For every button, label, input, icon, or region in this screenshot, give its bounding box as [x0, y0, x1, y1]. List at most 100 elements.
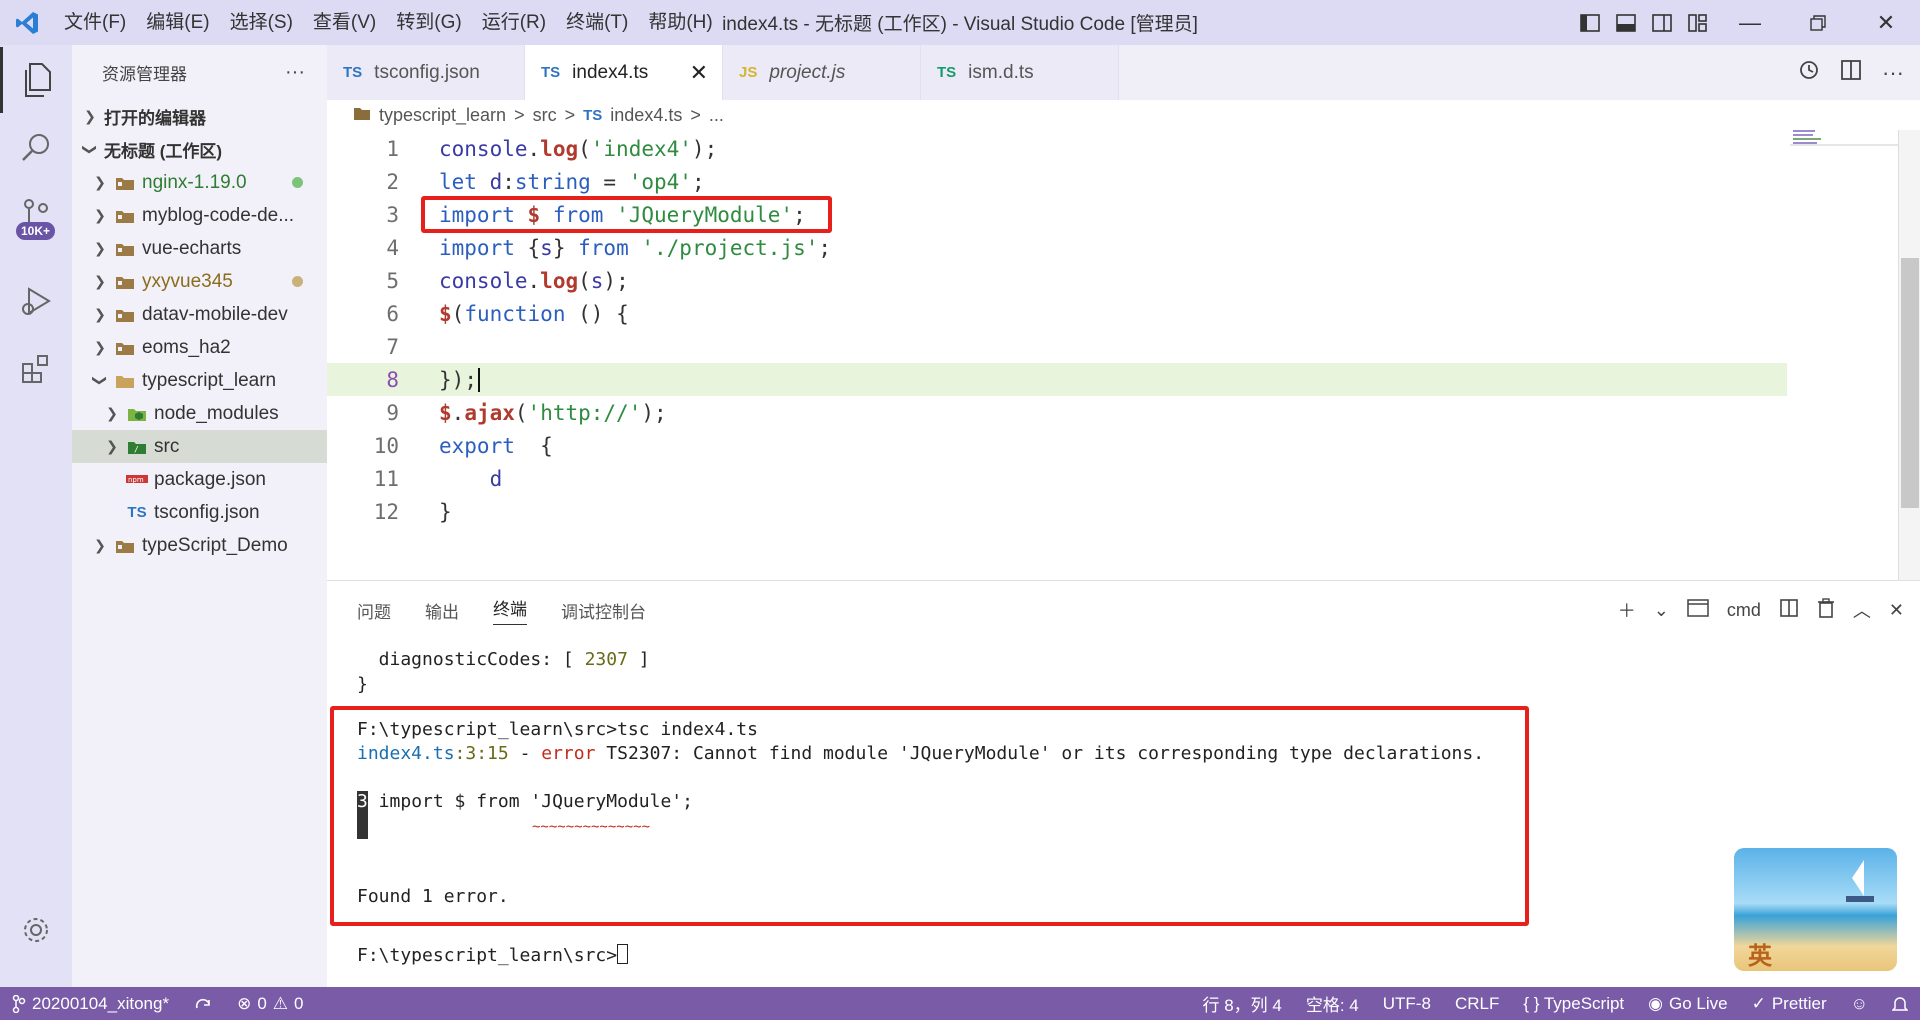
run-debug-icon[interactable]	[0, 268, 72, 334]
highlight-box	[330, 706, 1529, 926]
folder-vue-echarts[interactable]: ❯ vue-echarts	[72, 232, 327, 265]
close-tab-icon[interactable]: ✕	[690, 60, 708, 86]
tab-tsconfig[interactable]: TS tsconfig.json	[327, 45, 525, 100]
encoding[interactable]: UTF-8	[1371, 987, 1443, 1020]
more-actions-icon[interactable]: ···	[285, 61, 305, 84]
folder-eoms[interactable]: ❯ eoms_ha2	[72, 331, 327, 364]
tab-project[interactable]: JS project.js	[723, 45, 921, 100]
split-editor-icon[interactable]	[1840, 59, 1862, 87]
code-line[interactable]: 9 $.ajax('http://');	[327, 396, 1787, 429]
git-status-dot	[292, 177, 303, 188]
cursor-position[interactable]: 行 8，列 4	[1191, 987, 1294, 1020]
menu-help[interactable]: 帮助(H)	[638, 0, 722, 45]
chevron-down-icon: ❯	[82, 143, 99, 156]
toggle-sidebar-icon[interactable]	[1572, 0, 1608, 45]
branch-status[interactable]: 20200104_xitong*	[0, 987, 181, 1020]
file-tsconfig-json[interactable]: TS tsconfig.json	[72, 496, 327, 529]
npm-icon: npm	[126, 471, 148, 489]
breadcrumb-item[interactable]: typescript_learn	[379, 105, 506, 126]
code-line[interactable]: 11 d	[327, 462, 1787, 495]
code-line[interactable]: 7	[327, 330, 1787, 363]
tab-terminal[interactable]: 终端	[493, 595, 527, 625]
search-icon[interactable]	[0, 115, 72, 181]
new-terminal-icon[interactable]: ＋	[1618, 597, 1636, 623]
kill-terminal-trash-icon[interactable]	[1817, 597, 1835, 623]
folder-nginx[interactable]: ❯ nginx-1.19.0	[72, 166, 327, 199]
code-line[interactable]: 8});	[327, 363, 1787, 396]
code-line[interactable]: 2 let d:string = 'op4';	[327, 165, 1787, 198]
terminal-shell-label[interactable]: cmd	[1727, 600, 1761, 621]
menu-run[interactable]: 运行(R)	[472, 0, 556, 45]
menu-selection[interactable]: 选择(S)	[220, 0, 303, 45]
terminal-line: }	[357, 674, 368, 695]
tab-debug-console[interactable]: 调试控制台	[561, 598, 646, 623]
breadcrumb-item[interactable]: src	[533, 105, 557, 126]
folder-yxyvue345[interactable]: ❯ yxyvue345	[72, 265, 327, 298]
code-text: import {s} from './project.js';	[439, 235, 832, 260]
breadcrumb-separator: >	[690, 104, 701, 125]
tree-item-label: node_modules	[154, 402, 279, 424]
folder-datav[interactable]: ❯ datav-mobile-dev	[72, 298, 327, 331]
ime-status-widget[interactable]: 英	[1734, 848, 1897, 971]
menu-edit[interactable]: 编辑(E)	[136, 0, 219, 45]
timeline-history-icon[interactable]	[1798, 59, 1820, 87]
code-line[interactable]: 10 export {	[327, 429, 1787, 462]
line-number: 8	[386, 367, 399, 392]
tab-ism[interactable]: TS ism.d.ts	[921, 45, 1119, 100]
toggle-panel-icon[interactable]	[1608, 0, 1644, 45]
customize-layout-icon[interactable]	[1680, 0, 1716, 45]
explorer-icon[interactable]	[0, 47, 72, 113]
more-actions-icon[interactable]: ···	[1882, 60, 1904, 86]
folder-typescript-demo[interactable]: ❯ typeScript_Demo	[72, 529, 327, 562]
code-line[interactable]: 4 import {s} from './project.js';	[327, 231, 1787, 264]
language-mode[interactable]: { } TypeScript	[1511, 987, 1636, 1020]
maximize-panel-icon[interactable]: ︿	[1853, 597, 1871, 623]
tab-output[interactable]: 输出	[425, 598, 459, 623]
scrollbar-thumb[interactable]	[1901, 258, 1919, 508]
folder-typescript-learn[interactable]: ❯ typescript_learn	[72, 364, 327, 397]
menu-view[interactable]: 查看(V)	[303, 0, 386, 45]
code-line[interactable]: 12}	[327, 495, 1787, 528]
close-window-button[interactable]: ✕	[1852, 0, 1920, 45]
line-number: 9	[386, 400, 399, 425]
code-line[interactable]: 6 $(function () {	[327, 297, 1787, 330]
folder-icon	[353, 105, 371, 126]
go-live-button[interactable]: ◉ Go Live	[1636, 987, 1739, 1020]
code-line[interactable]: 5 console.log(s);	[327, 264, 1787, 297]
editor-scrollbar[interactable]	[1898, 130, 1920, 580]
folder-myblog[interactable]: ❯ myblog-code-de...	[72, 199, 327, 232]
menu-go[interactable]: 转到(G)	[386, 0, 471, 45]
problems-status[interactable]: ⊗ 0 ⚠ 0	[225, 987, 315, 1020]
close-panel-icon[interactable]: ✕	[1889, 600, 1904, 621]
tab-problems[interactable]: 问题	[357, 598, 391, 623]
toggle-secondary-sidebar-icon[interactable]	[1644, 0, 1680, 45]
folder-node-modules[interactable]: ❯ node_modules	[72, 397, 327, 430]
tab-index4[interactable]: TS index4.ts ✕	[525, 45, 723, 100]
extensions-icon[interactable]	[0, 335, 72, 401]
restore-button[interactable]	[1784, 0, 1852, 45]
breadcrumb-item[interactable]: index4.ts	[610, 105, 682, 126]
menu-file[interactable]: 文件(F)	[54, 0, 136, 45]
chevron-down-icon[interactable]: ⌄	[1654, 600, 1669, 621]
feedback-icon[interactable]: ☺	[1839, 987, 1880, 1020]
folder-src[interactable]: ❯ / src	[72, 430, 327, 463]
folder-icon	[114, 207, 136, 225]
end-of-line[interactable]: CRLF	[1443, 987, 1511, 1020]
minimap[interactable]	[1790, 125, 1900, 165]
sync-icon[interactable]	[181, 987, 225, 1020]
open-editors-section[interactable]: ❯ 打开的编辑器	[72, 100, 327, 133]
code-text: console.log('index4');	[439, 136, 718, 161]
indentation[interactable]: 空格: 4	[1294, 987, 1371, 1020]
notifications-bell-icon[interactable]	[1880, 987, 1920, 1020]
folder-icon	[114, 240, 136, 258]
breadcrumb-item[interactable]: ...	[709, 105, 724, 126]
file-package-json[interactable]: npm package.json	[72, 463, 327, 496]
code-line[interactable]: 1 console.log('index4');	[327, 132, 1787, 165]
terminal-prompt[interactable]: F:\typescript_learn\src>	[357, 944, 629, 966]
minimize-button[interactable]: —	[1716, 0, 1784, 45]
workspace-section[interactable]: ❯ 无标题 (工作区)	[72, 133, 327, 166]
settings-gear-icon[interactable]	[0, 897, 72, 963]
split-terminal-icon[interactable]	[1779, 598, 1799, 623]
menu-terminal[interactable]: 终端(T)	[556, 0, 638, 45]
prettier-status[interactable]: ✓ Prettier	[1740, 987, 1839, 1020]
